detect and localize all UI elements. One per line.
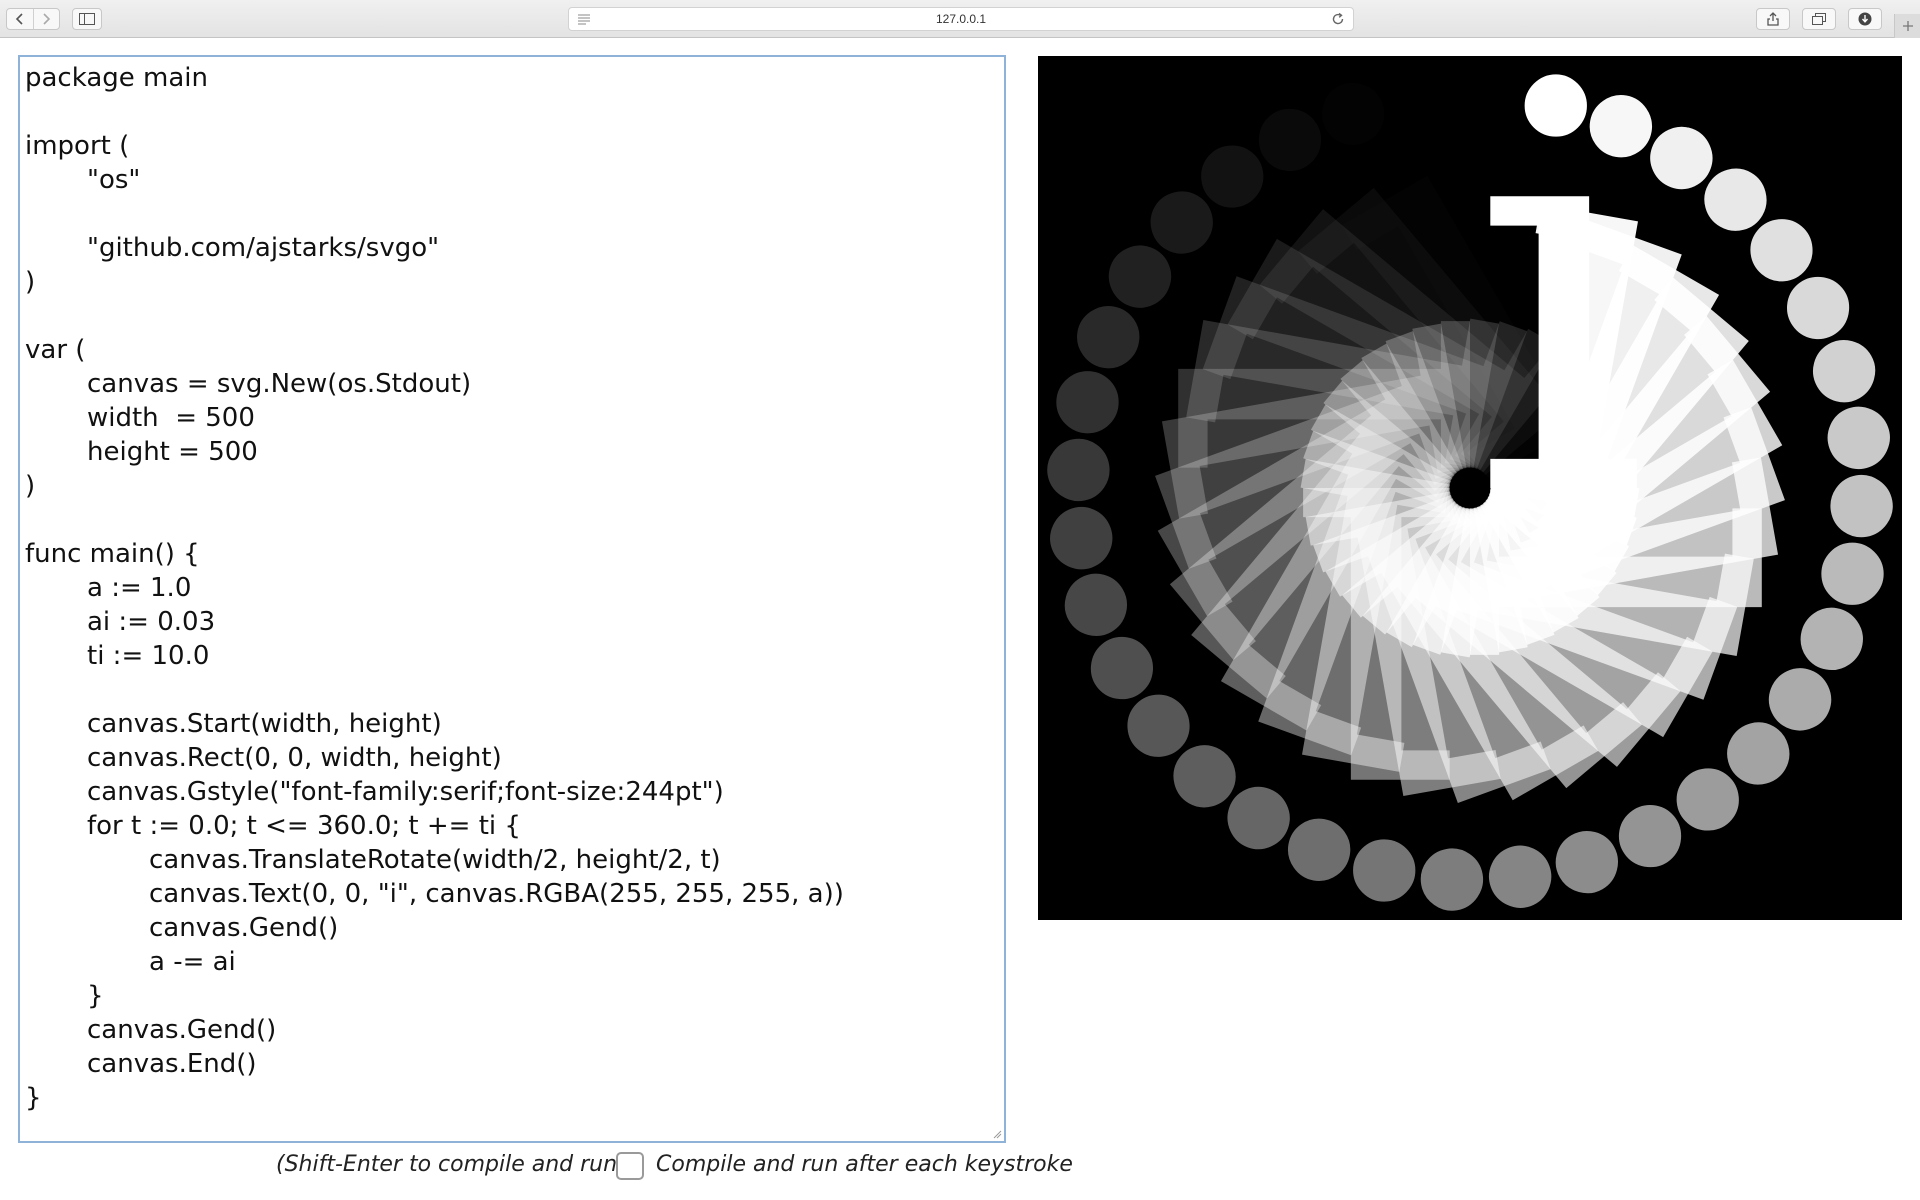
code-line[interactable]: ) [25, 469, 1004, 503]
code-line[interactable]: import ( [25, 129, 1004, 163]
code-line[interactable]: canvas.Text(0, 0, "i", canvas.RGBA(255, … [25, 877, 1004, 911]
rotating-glyph-artwork: iiiiiiiiiiiiiiiiiiiiiiiiiiiiiiiiiiiii [1038, 56, 1902, 920]
address-bar[interactable]: 127.0.0.1 [568, 7, 1354, 31]
code-line[interactable] [25, 299, 1004, 333]
code-text[interactable]: package main import ("os" "github.com/ajst… [20, 57, 1004, 1115]
code-line[interactable]: canvas.Gend() [25, 1013, 1004, 1047]
code-line[interactable]: a -= ai [25, 945, 1004, 979]
sidebar-button[interactable] [72, 8, 102, 30]
code-editor[interactable]: package main import ("os" "github.com/ajst… [18, 55, 1006, 1143]
code-line[interactable]: for t := 0.0; t <= 360.0; t += ti { [25, 809, 1004, 843]
code-line[interactable]: var ( [25, 333, 1004, 367]
code-line[interactable]: } [25, 979, 1004, 1013]
svg-output: iiiiiiiiiiiiiiiiiiiiiiiiiiiiiiiiiiiii [1038, 56, 1902, 920]
url-text: 127.0.0.1 [935, 12, 987, 26]
code-line[interactable] [25, 95, 1004, 129]
share-icon [1767, 12, 1779, 26]
code-line[interactable]: height = 500 [25, 435, 1004, 469]
back-button[interactable] [7, 9, 34, 29]
chevron-right-icon [43, 13, 51, 25]
nav-buttons [6, 8, 60, 30]
auto-compile-checkbox[interactable] [616, 1152, 644, 1180]
code-line[interactable]: } [25, 1081, 1004, 1115]
chevron-left-icon [15, 13, 23, 25]
resize-handle-icon[interactable] [992, 1129, 1002, 1139]
code-line[interactable]: canvas.Gstyle("font-family:serif;font-si… [25, 775, 1004, 809]
code-line[interactable]: a := 1.0 [25, 571, 1004, 605]
compile-hint: (Shift-Enter to compile and run.) [276, 1152, 633, 1177]
code-line[interactable] [25, 197, 1004, 231]
code-line[interactable]: canvas.Rect(0, 0, width, height) [25, 741, 1004, 775]
download-icon [1858, 12, 1872, 26]
code-line[interactable]: ai := 0.03 [25, 605, 1004, 639]
code-line[interactable]: ) [25, 265, 1004, 299]
tabs-icon [1812, 13, 1826, 25]
code-line[interactable]: width = 500 [25, 401, 1004, 435]
share-button[interactable] [1756, 8, 1790, 30]
code-line[interactable]: canvas.Gend() [25, 911, 1004, 945]
tabs-button[interactable] [1802, 8, 1836, 30]
code-line[interactable]: func main() { [25, 537, 1004, 571]
auto-compile-label[interactable]: Compile and run after each keystroke [656, 1152, 1073, 1177]
code-line[interactable]: ti := 10.0 [25, 639, 1004, 673]
sidebar-icon [79, 13, 95, 25]
browser-toolbar: 127.0.0.1 [0, 0, 1920, 38]
plus-icon [1902, 21, 1913, 31]
code-line[interactable]: canvas = svg.New(os.Stdout) [25, 367, 1004, 401]
code-line[interactable]: canvas.TranslateRotate(width/2, height/2… [25, 843, 1004, 877]
code-line[interactable]: package main [25, 61, 1004, 95]
rotated-glyph: i [1470, 56, 1650, 621]
code-line[interactable]: canvas.End() [25, 1047, 1004, 1081]
code-line[interactable]: canvas.Start(width, height) [25, 707, 1004, 741]
forward-button[interactable] [34, 9, 60, 29]
new-tab-button[interactable] [1894, 14, 1920, 38]
code-line[interactable] [25, 503, 1004, 537]
reload-icon[interactable] [1331, 12, 1345, 26]
code-line[interactable]: "os" [25, 163, 1004, 197]
code-line[interactable] [25, 673, 1004, 707]
downloads-button[interactable] [1848, 8, 1882, 30]
code-line[interactable]: "github.com/ajstarks/svgo" [25, 231, 1004, 265]
